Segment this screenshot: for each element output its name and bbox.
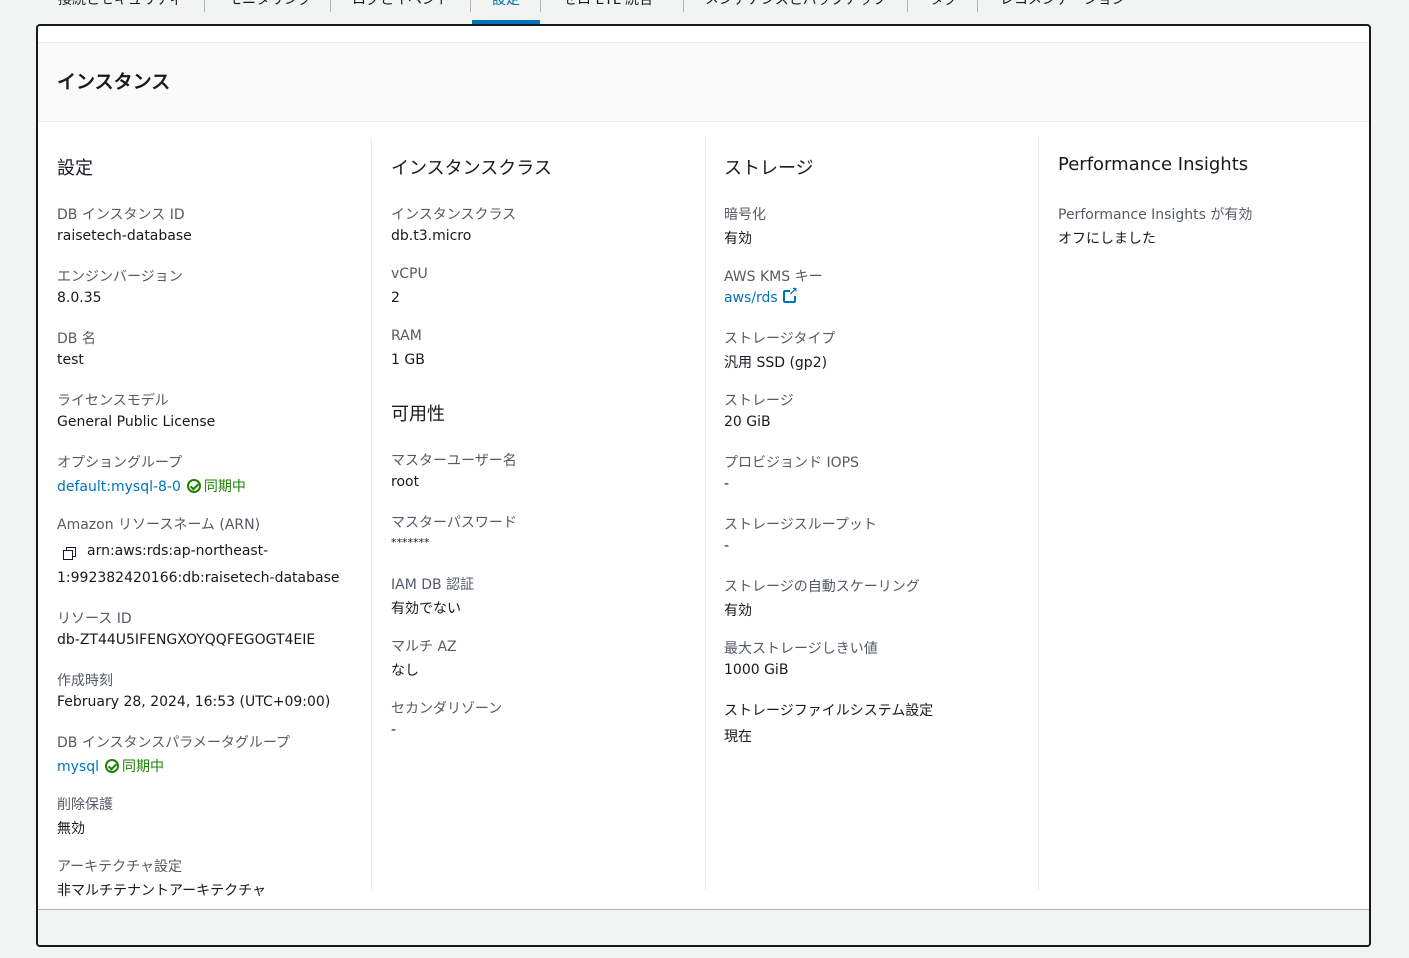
option-group-link[interactable]: default:mysql-8-0 (57, 479, 181, 495)
provisioned-iops-value: - (724, 476, 730, 492)
tab-connectivity[interactable]: 接続とセキュリティ (58, 0, 183, 12)
tab-configuration[interactable]: 設定 (492, 0, 520, 12)
storage-heading: ストレージ (724, 158, 814, 179)
autoscaling-value: 有効 (724, 603, 752, 619)
multi-az-label: マルチ AZ (391, 639, 457, 655)
tab-separator (330, 0, 331, 12)
vcpu-value: 2 (391, 290, 400, 306)
storage-type-label: ストレージタイプ (724, 331, 836, 347)
panel-header: インスタンス (38, 42, 1369, 122)
option-group-status: 同期中 (203, 479, 246, 495)
config-heading: 設定 (57, 158, 93, 179)
performance-heading: Performance Insights (1058, 154, 1249, 175)
resource-id-label: リソース ID (57, 611, 132, 627)
multi-az-value: なし (391, 663, 419, 679)
autoscaling-label: ストレージの自動スケーリング (724, 579, 920, 595)
instance-class-column: インスタンスクラス インスタンスクラス db.t3.micro vCPU 2 R… (372, 136, 706, 892)
arn-value-line1: arn:aws:rds:ap-northeast- (87, 543, 269, 559)
encryption-label: 暗号化 (724, 207, 766, 223)
architecture-value: 非マルチテナントアーキテクチャ (57, 883, 267, 899)
copy-icon[interactable] (63, 547, 77, 561)
master-password-label: マスターパスワード (391, 515, 517, 531)
encryption-value: 有効 (724, 231, 752, 247)
performance-column: Performance Insights Performance Insight… (1039, 136, 1369, 892)
fs-config-label: ストレージファイルシステム設定 (724, 703, 934, 719)
storage-size-value: 20 GiB (724, 414, 771, 430)
tab-separator (907, 0, 908, 12)
max-threshold-label: 最大ストレージしきい値 (724, 641, 878, 657)
created-time-value: February 28, 2024, 16:53 (UTC+09:00) (57, 694, 331, 710)
param-group-row: mysql 同期中 (57, 756, 164, 776)
secondary-zone-label: セカンダリゾーン (391, 701, 503, 717)
kms-key-label: AWS KMS キー (724, 269, 823, 285)
db-name-label: DB 名 (57, 331, 96, 347)
fs-config-value: 現在 (724, 729, 752, 745)
master-user-value: root (391, 474, 420, 490)
instance-class-label: インスタンスクラス (391, 207, 517, 223)
ram-value: 1 GB (391, 352, 425, 368)
architecture-label: アーキテクチャ設定 (57, 859, 183, 875)
tab-separator (540, 0, 541, 12)
iam-auth-value: 有効でない (391, 601, 461, 617)
storage-type-value: 汎用 SSD (gp2) (724, 355, 828, 371)
tab-separator (204, 0, 205, 12)
vcpu-label: vCPU (391, 266, 428, 282)
tab-bar: 接続とセキュリティ モニタリング ログとイベント 設定 ゼロ ETL 統合 メン… (0, 0, 1409, 24)
check-circle-icon (186, 479, 201, 493)
resource-id-value: db-ZT44U5IFENGXOYQQFEGOGT4EIE (57, 632, 316, 648)
panel-title: インスタンス (57, 71, 171, 93)
master-user-label: マスターユーザー名 (391, 453, 517, 469)
secondary-zone-value: - (391, 722, 397, 738)
param-group-label: DB インスタンスパラメータグループ (57, 735, 291, 751)
arn-label: Amazon リソースネーム (ARN) (57, 517, 261, 533)
storage-column: ストレージ 暗号化 有効 AWS KMS キー aws/rds ストレージタイプ… (705, 136, 1039, 892)
instance-panel: インスタンス 設定 DB インスタンス ID raisetech-databas… (36, 24, 1371, 947)
option-group-label: オプショングループ (57, 455, 183, 471)
tab-separator (683, 0, 684, 12)
license-model-label: ライセンスモデル (57, 393, 169, 409)
instance-class-value: db.t3.micro (391, 228, 472, 244)
tab-maintenance[interactable]: メンテナンスとバックアップ (705, 0, 887, 12)
throughput-label: ストレージスループット (724, 517, 877, 533)
check-circle-icon (105, 759, 119, 773)
db-instance-id-value: raisetech-database (57, 228, 192, 244)
performance-status-label: Performance Insights が有効 (1058, 207, 1253, 223)
engine-version-value: 8.0.35 (57, 290, 102, 306)
instance-class-heading: インスタンスクラス (391, 158, 552, 179)
storage-size-label: ストレージ (724, 393, 794, 409)
db-name-value: test (57, 352, 84, 368)
kms-key-link[interactable]: aws/rds (724, 290, 778, 306)
tab-separator (470, 0, 471, 12)
param-group-link[interactable]: mysql (57, 759, 99, 775)
tab-monitoring[interactable]: モニタリング (228, 0, 312, 12)
external-link-icon[interactable] (782, 285, 798, 303)
option-group-row: default:mysql-8-0 同期中 (57, 476, 246, 496)
throughput-value: - (724, 538, 730, 554)
tab-zero-etl[interactable]: ゼロ ETL 統合 (563, 0, 653, 12)
tab-separator (977, 0, 978, 12)
tab-logs-events[interactable]: ログとイベント (352, 0, 450, 12)
ram-label: RAM (391, 328, 422, 344)
engine-version-label: エンジンバージョン (57, 269, 183, 285)
created-time-label: 作成時刻 (57, 673, 113, 689)
tab-tags[interactable]: タグ (930, 0, 958, 12)
provisioned-iops-label: プロビジョンド IOPS (724, 455, 859, 471)
license-model-value: General Public License (57, 414, 216, 430)
master-password-value: ******* (391, 536, 430, 549)
panel-footer (38, 909, 1369, 945)
param-group-status: 同期中 (122, 759, 164, 775)
max-threshold-value: 1000 GiB (724, 662, 789, 678)
availability-heading: 可用性 (391, 404, 445, 425)
performance-status-value: オフにしました (1058, 231, 1156, 247)
deletion-protection-label: 削除保護 (57, 797, 113, 813)
db-instance-id-label: DB インスタンス ID (57, 207, 185, 223)
iam-auth-label: IAM DB 認証 (391, 577, 475, 593)
kms-key-row: aws/rds (724, 285, 798, 306)
tab-recommendations[interactable]: レコメンデーション (1000, 0, 1126, 12)
config-column: 設定 DB インスタンス ID raisetech-database エンジンバ… (38, 136, 372, 899)
deletion-protection-value: 無効 (57, 821, 85, 837)
arn-value-line2: 1:992382420166:db:raisetech-database (57, 570, 340, 586)
